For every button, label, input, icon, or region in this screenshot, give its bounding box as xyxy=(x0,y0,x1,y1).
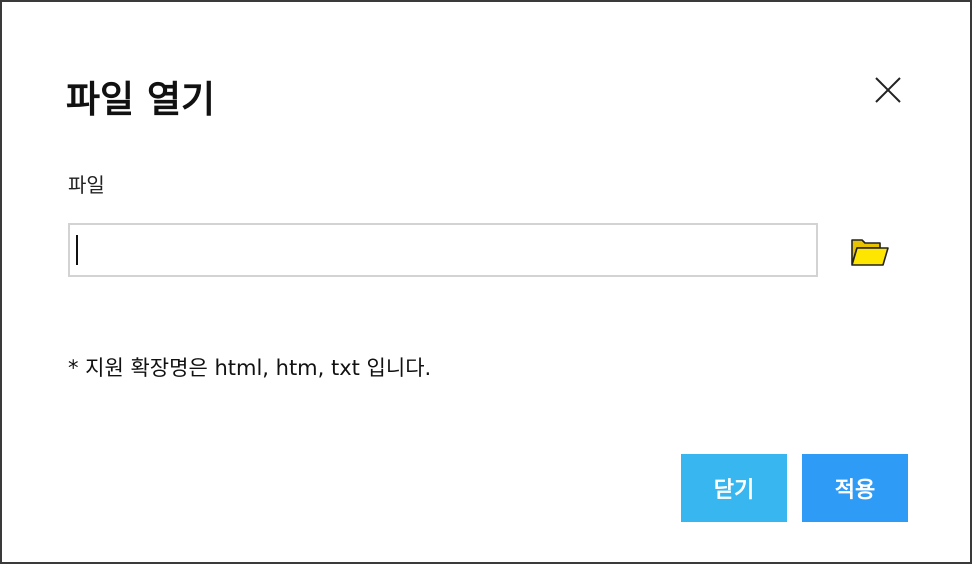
file-field-label: 파일 xyxy=(68,173,105,197)
close-dialog-button[interactable] xyxy=(868,70,908,110)
apply-button[interactable]: 적용 xyxy=(802,454,908,522)
file-path-input[interactable] xyxy=(68,223,818,277)
folder-open-icon xyxy=(851,239,889,266)
supported-extensions-hint: * 지원 확장명은 html, htm, txt 입니다. xyxy=(68,356,432,380)
browse-file-button[interactable] xyxy=(848,234,890,270)
open-file-dialog: 파일 열기 파일 * 지원 확장명은 html, htm, txt 입니다. 닫… xyxy=(0,0,972,564)
text-caret xyxy=(76,235,78,265)
close-icon xyxy=(875,77,901,103)
close-button[interactable]: 닫기 xyxy=(681,454,787,522)
dialog-title: 파일 열기 xyxy=(66,78,216,121)
